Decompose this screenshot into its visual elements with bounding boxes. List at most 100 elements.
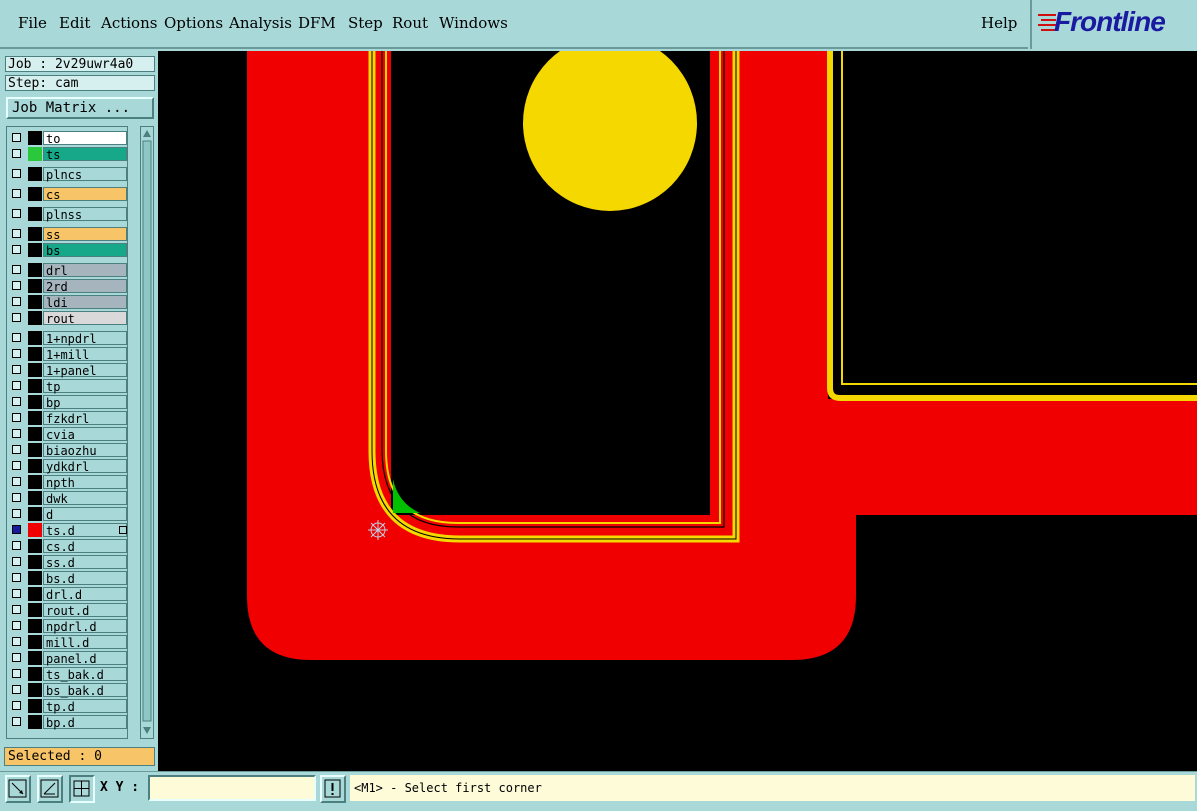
layer-row[interactable]: cs.d: [9, 539, 129, 554]
alert-button[interactable]: [320, 775, 346, 803]
menu-actions[interactable]: Actions: [101, 14, 157, 32]
layer-list-scrollbar[interactable]: [140, 126, 154, 739]
menu-edit[interactable]: Edit: [59, 14, 90, 32]
layer-row[interactable]: cvia: [9, 427, 129, 442]
layer-name[interactable]: bs: [43, 243, 127, 258]
layer-name[interactable]: cvia: [43, 427, 127, 442]
layer-name[interactable]: bs_bak.d: [43, 683, 127, 698]
layer-color-swatch[interactable]: [28, 243, 42, 257]
menu-help[interactable]: Help: [981, 14, 1017, 32]
layer-color-swatch[interactable]: [28, 523, 42, 537]
layer-checkbox[interactable]: [12, 429, 21, 438]
layer-checkbox[interactable]: [12, 525, 21, 534]
layer-color-swatch[interactable]: [28, 131, 42, 145]
layer-checkbox[interactable]: [12, 653, 21, 662]
layer-name[interactable]: 1+npdrl: [43, 331, 127, 346]
layer-color-swatch[interactable]: [28, 395, 42, 409]
layer-name[interactable]: ldi: [43, 295, 127, 310]
layer-row[interactable]: plnss: [9, 207, 129, 222]
layer-color-swatch[interactable]: [28, 147, 42, 161]
layer-checkbox[interactable]: [12, 281, 21, 290]
layer-name[interactable]: ss.d: [43, 555, 127, 570]
layer-name[interactable]: 2rd: [43, 279, 127, 294]
layer-row[interactable]: fzkdrl: [9, 411, 129, 426]
layer-row[interactable]: bs_bak.d: [9, 683, 129, 698]
layer-name[interactable]: panel.d: [43, 651, 127, 666]
layer-name[interactable]: rout.d: [43, 603, 127, 618]
layer-row[interactable]: to: [9, 131, 129, 146]
layer-row[interactable]: dwk: [9, 491, 129, 506]
layer-row[interactable]: npdrl.d: [9, 619, 129, 634]
layer-checkbox[interactable]: [12, 365, 21, 374]
layer-name[interactable]: d: [43, 507, 127, 522]
layer-row[interactable]: bs: [9, 243, 129, 258]
layer-name[interactable]: plncs: [43, 167, 127, 182]
layer-checkbox[interactable]: [12, 265, 21, 274]
graphics-canvas[interactable]: [158, 51, 1197, 771]
layer-name[interactable]: fzkdrl: [43, 411, 127, 426]
layer-name[interactable]: rout: [43, 311, 127, 326]
layer-row[interactable]: npth: [9, 475, 129, 490]
layer-row[interactable]: plncs: [9, 167, 129, 182]
layer-name[interactable]: to: [43, 131, 127, 146]
layer-row[interactable]: d: [9, 507, 129, 522]
layer-color-swatch[interactable]: [28, 263, 42, 277]
job-matrix-button[interactable]: Job Matrix ...: [6, 97, 154, 119]
layer-name[interactable]: 1+mill: [43, 347, 127, 362]
layer-color-swatch[interactable]: [28, 295, 42, 309]
layer-checkbox[interactable]: [12, 669, 21, 678]
layer-color-swatch[interactable]: [28, 331, 42, 345]
layer-color-swatch[interactable]: [28, 603, 42, 617]
layer-color-swatch[interactable]: [28, 539, 42, 553]
layer-name[interactable]: drl: [43, 263, 127, 278]
layer-name[interactable]: ss: [43, 227, 127, 242]
layer-color-swatch[interactable]: [28, 443, 42, 457]
layer-checkbox[interactable]: [12, 381, 21, 390]
layer-name[interactable]: ts: [43, 147, 127, 162]
layer-color-swatch[interactable]: [28, 619, 42, 633]
layer-checkbox[interactable]: [12, 133, 21, 142]
layer-checkbox[interactable]: [12, 701, 21, 710]
layer-name[interactable]: ts_bak.d: [43, 667, 127, 682]
layer-name[interactable]: tp: [43, 379, 127, 394]
layer-row[interactable]: rout.d: [9, 603, 129, 618]
layer-checkbox[interactable]: [12, 573, 21, 582]
layer-row[interactable]: rout: [9, 311, 129, 326]
layer-color-swatch[interactable]: [28, 227, 42, 241]
layer-name[interactable]: drl.d: [43, 587, 127, 602]
layer-checkbox[interactable]: [12, 509, 21, 518]
layer-checkbox[interactable]: [12, 477, 21, 486]
layer-row[interactable]: ts.d: [9, 523, 129, 538]
layer-row[interactable]: mill.d: [9, 635, 129, 650]
layer-color-swatch[interactable]: [28, 167, 42, 181]
layer-name[interactable]: bp.d: [43, 715, 127, 730]
layer-color-swatch[interactable]: [28, 555, 42, 569]
layer-checkbox[interactable]: [12, 493, 21, 502]
menu-options[interactable]: Options: [164, 14, 223, 32]
layer-name[interactable]: dwk: [43, 491, 127, 506]
layer-name[interactable]: ydkdrl: [43, 459, 127, 474]
layer-color-swatch[interactable]: [28, 683, 42, 697]
layer-name[interactable]: ts.d: [43, 523, 127, 538]
layer-checkbox[interactable]: [12, 313, 21, 322]
layer-color-swatch[interactable]: [28, 667, 42, 681]
layer-row[interactable]: bs.d: [9, 571, 129, 586]
layer-color-swatch[interactable]: [28, 587, 42, 601]
layer-checkbox[interactable]: [12, 245, 21, 254]
layer-row[interactable]: bp: [9, 395, 129, 410]
layer-name[interactable]: cs.d: [43, 539, 127, 554]
layer-color-swatch[interactable]: [28, 715, 42, 729]
layer-name[interactable]: npdrl.d: [43, 619, 127, 634]
layer-row[interactable]: 1+npdrl: [9, 331, 129, 346]
layer-checkbox[interactable]: [12, 637, 21, 646]
layer-checkbox[interactable]: [12, 621, 21, 630]
layer-checkbox[interactable]: [12, 461, 21, 470]
layer-row[interactable]: ss.d: [9, 555, 129, 570]
layer-checkbox[interactable]: [12, 297, 21, 306]
layer-checkbox[interactable]: [12, 149, 21, 158]
layer-checkbox[interactable]: [12, 541, 21, 550]
layer-color-swatch[interactable]: [28, 507, 42, 521]
layer-row[interactable]: tp.d: [9, 699, 129, 714]
menu-analysis[interactable]: Analysis: [229, 14, 292, 32]
layer-row[interactable]: ydkdrl: [9, 459, 129, 474]
